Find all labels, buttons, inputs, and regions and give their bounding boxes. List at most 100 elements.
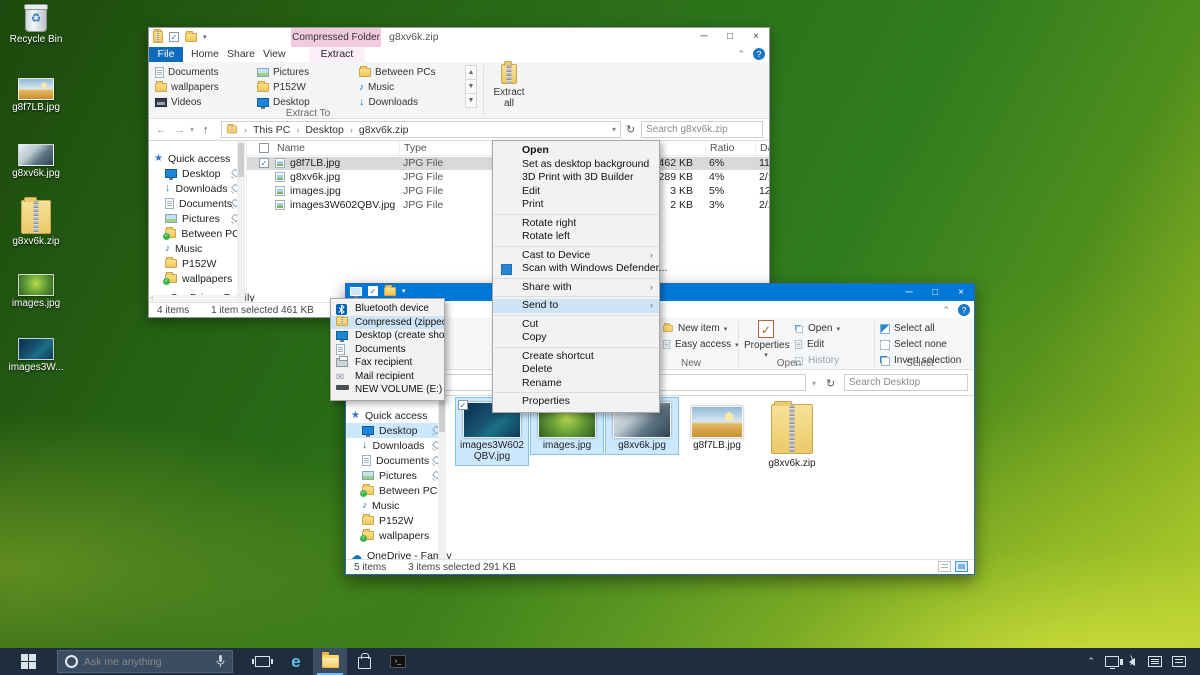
sidebar-item-music[interactable]: ♪Music <box>346 498 446 513</box>
sidebar-item-pictures[interactable]: Pictures <box>149 211 245 226</box>
cortana-search-input[interactable] <box>84 656 210 668</box>
gallery-item-desktop[interactable]: Desktop <box>257 95 310 109</box>
help-icon[interactable]: ? <box>753 48 765 60</box>
address-dropdown-chevron-icon[interactable]: ▾ <box>812 373 816 395</box>
cortana-search-box[interactable] <box>57 650 233 673</box>
select-none-button[interactable]: Select none <box>880 339 947 350</box>
sidebar-item-desktop[interactable]: Desktop <box>346 423 446 438</box>
column-type[interactable]: Type <box>399 141 427 156</box>
sidebar-item-wallpapers[interactable]: wallpapers <box>346 528 446 543</box>
file-explorer-button[interactable] <box>313 648 347 675</box>
properties-qat-icon[interactable]: ✓ <box>169 32 179 42</box>
menu-item-create-shortcut[interactable]: Create shortcut <box>493 350 659 364</box>
menu-item-cast[interactable]: Cast to Device› <box>493 249 659 263</box>
easy-access-button[interactable]: Easy access▾ <box>662 339 739 350</box>
refresh-icon[interactable]: ↻ <box>826 373 835 395</box>
gallery-item-videos[interactable]: Videos <box>155 95 201 109</box>
maximize-button[interactable]: □ <box>717 28 743 47</box>
sidebar-item-p152w[interactable]: P152W <box>346 513 446 528</box>
sidebar-item-p152w[interactable]: P152W <box>149 256 245 271</box>
sidebar-item-quick-access[interactable]: ★Quick access <box>149 151 245 166</box>
tile-g8xv6k-zip[interactable]: g8xv6k.zip <box>756 398 828 472</box>
sidebar-item-music[interactable]: ♪Music <box>149 241 245 256</box>
tab-view[interactable]: View <box>263 47 286 62</box>
computer-icon[interactable] <box>350 287 362 296</box>
sidebar-item-onedrive[interactable]: ☁OneDrive - Family▾ <box>346 548 446 559</box>
breadcrumb-desktop[interactable]: Desktop <box>305 124 344 136</box>
minimize-button[interactable]: ─ <box>691 28 717 47</box>
menu-item-properties[interactable]: Properties <box>493 395 659 409</box>
row-checkbox[interactable]: ✓ <box>259 158 269 168</box>
menu-item-delete[interactable]: Delete <box>493 363 659 377</box>
sidebar-item-wallpapers[interactable]: wallpapers <box>149 271 245 286</box>
sidebar-item-between-pcs[interactable]: Between PCs <box>346 483 446 498</box>
breadcrumb[interactable]: › This PC › Desktop › g8xv6k.zip ▾ <box>221 121 621 138</box>
sidebar-item-downloads[interactable]: ↓Downloads <box>346 438 446 453</box>
network-icon[interactable] <box>1105 656 1119 667</box>
menu-item-rotate-left[interactable]: Rotate left <box>493 230 659 244</box>
desktop-icon-recycle-bin[interactable]: Recycle Bin <box>2 6 70 45</box>
column-date[interactable]: Date <box>755 141 769 156</box>
tab-extract[interactable]: Extract <box>309 47 365 62</box>
tray-overflow-chevron-icon[interactable]: ⌃ <box>1087 656 1095 667</box>
edge-button[interactable]: e <box>279 648 313 675</box>
send-to-desktop-shortcut[interactable]: Desktop (create shortcut) <box>331 329 444 343</box>
window1-search-box[interactable] <box>641 121 763 138</box>
tab-home[interactable]: Home <box>191 47 219 62</box>
search-input[interactable] <box>849 377 975 388</box>
properties-button[interactable]: Properties ▾ <box>744 320 788 359</box>
folder-qat-icon[interactable] <box>185 33 197 42</box>
folder-qat-icon[interactable] <box>384 287 396 296</box>
open-button[interactable]: Open▾ <box>794 323 840 334</box>
ribbon-collapse-icon[interactable]: ⌃ <box>737 49 745 60</box>
sidebar-item-documents[interactable]: Documents <box>149 196 245 211</box>
gallery-item-between-pcs[interactable]: Between PCs <box>359 65 436 79</box>
breadcrumb-zip[interactable]: g8xv6k.zip <box>359 124 409 136</box>
task-view-button[interactable] <box>245 648 279 675</box>
edit-button[interactable]: Edit <box>794 339 824 350</box>
desktop-icon-images3w[interactable]: images3W... <box>2 338 70 373</box>
menu-item-print[interactable]: Print <box>493 198 659 212</box>
gallery-more-icon[interactable]: ▼ <box>465 93 477 108</box>
extract-all-button[interactable]: Extract all <box>489 64 529 116</box>
menu-item-scan-defender[interactable]: Scan with Windows Defender... <box>493 262 659 276</box>
menu-item-3d-print[interactable]: 3D Print with 3D Builder <box>493 171 659 185</box>
menu-item-cut[interactable]: Cut <box>493 318 659 332</box>
maximize-button[interactable]: □ <box>922 284 948 301</box>
column-ratio[interactable]: Ratio <box>705 141 735 156</box>
start-button[interactable] <box>0 648 57 675</box>
sidebar-item-documents[interactable]: Documents <box>346 453 446 468</box>
help-icon[interactable]: ? <box>958 304 970 316</box>
sidebar-item-desktop[interactable]: Desktop <box>149 166 245 181</box>
desktop-icon-images-jpg[interactable]: images.jpg <box>2 274 70 309</box>
send-to-bluetooth[interactable]: Bluetooth device <box>331 302 444 316</box>
send-to-mail[interactable]: ✉Mail recipient <box>331 370 444 384</box>
desktop-icon-g8xv6k-zip[interactable]: g8xv6k.zip <box>2 200 70 247</box>
sidebar-horizontal-scrollbar[interactable]: ‹ <box>149 295 245 302</box>
gallery-item-downloads[interactable]: ↓Downloads <box>359 95 418 109</box>
send-to-documents[interactable]: Documents <box>331 343 444 357</box>
desktop-icon-g8f7lb[interactable]: g8f7LB.jpg <box>2 78 70 113</box>
recent-locations-chevron-icon[interactable]: ▾ <box>190 119 194 141</box>
gallery-item-pictures[interactable]: Pictures <box>257 65 309 79</box>
store-button[interactable] <box>347 648 381 675</box>
back-icon[interactable]: ← <box>156 119 167 141</box>
sidebar-item-between-pcs[interactable]: Between PCs <box>149 226 245 241</box>
up-icon[interactable]: ↑ <box>203 119 209 141</box>
desktop-icon-g8xv6k-jpg[interactable]: g8xv6k.jpg <box>2 144 70 179</box>
gallery-item-p152w[interactable]: P152W <box>257 80 306 94</box>
sidebar-item-downloads[interactable]: ↓Downloads <box>149 181 245 196</box>
search-input[interactable] <box>646 124 770 135</box>
menu-item-open[interactable]: Open <box>493 144 659 158</box>
details-view-button[interactable] <box>938 561 951 572</box>
tab-file[interactable]: File <box>149 47 183 62</box>
microphone-icon[interactable] <box>216 655 225 668</box>
menu-item-send-to[interactable]: Send to› <box>493 299 659 313</box>
select-all-checkbox[interactable] <box>259 143 269 153</box>
window2-search-box[interactable] <box>844 374 968 391</box>
gallery-scroll-up-icon[interactable]: ▲ <box>465 65 477 80</box>
touch-keyboard-icon[interactable] <box>1148 656 1162 667</box>
address-dropdown-chevron-icon[interactable]: ▾ <box>612 125 616 134</box>
send-to-fax[interactable]: Fax recipient <box>331 356 444 370</box>
zip-icon[interactable] <box>153 31 163 43</box>
